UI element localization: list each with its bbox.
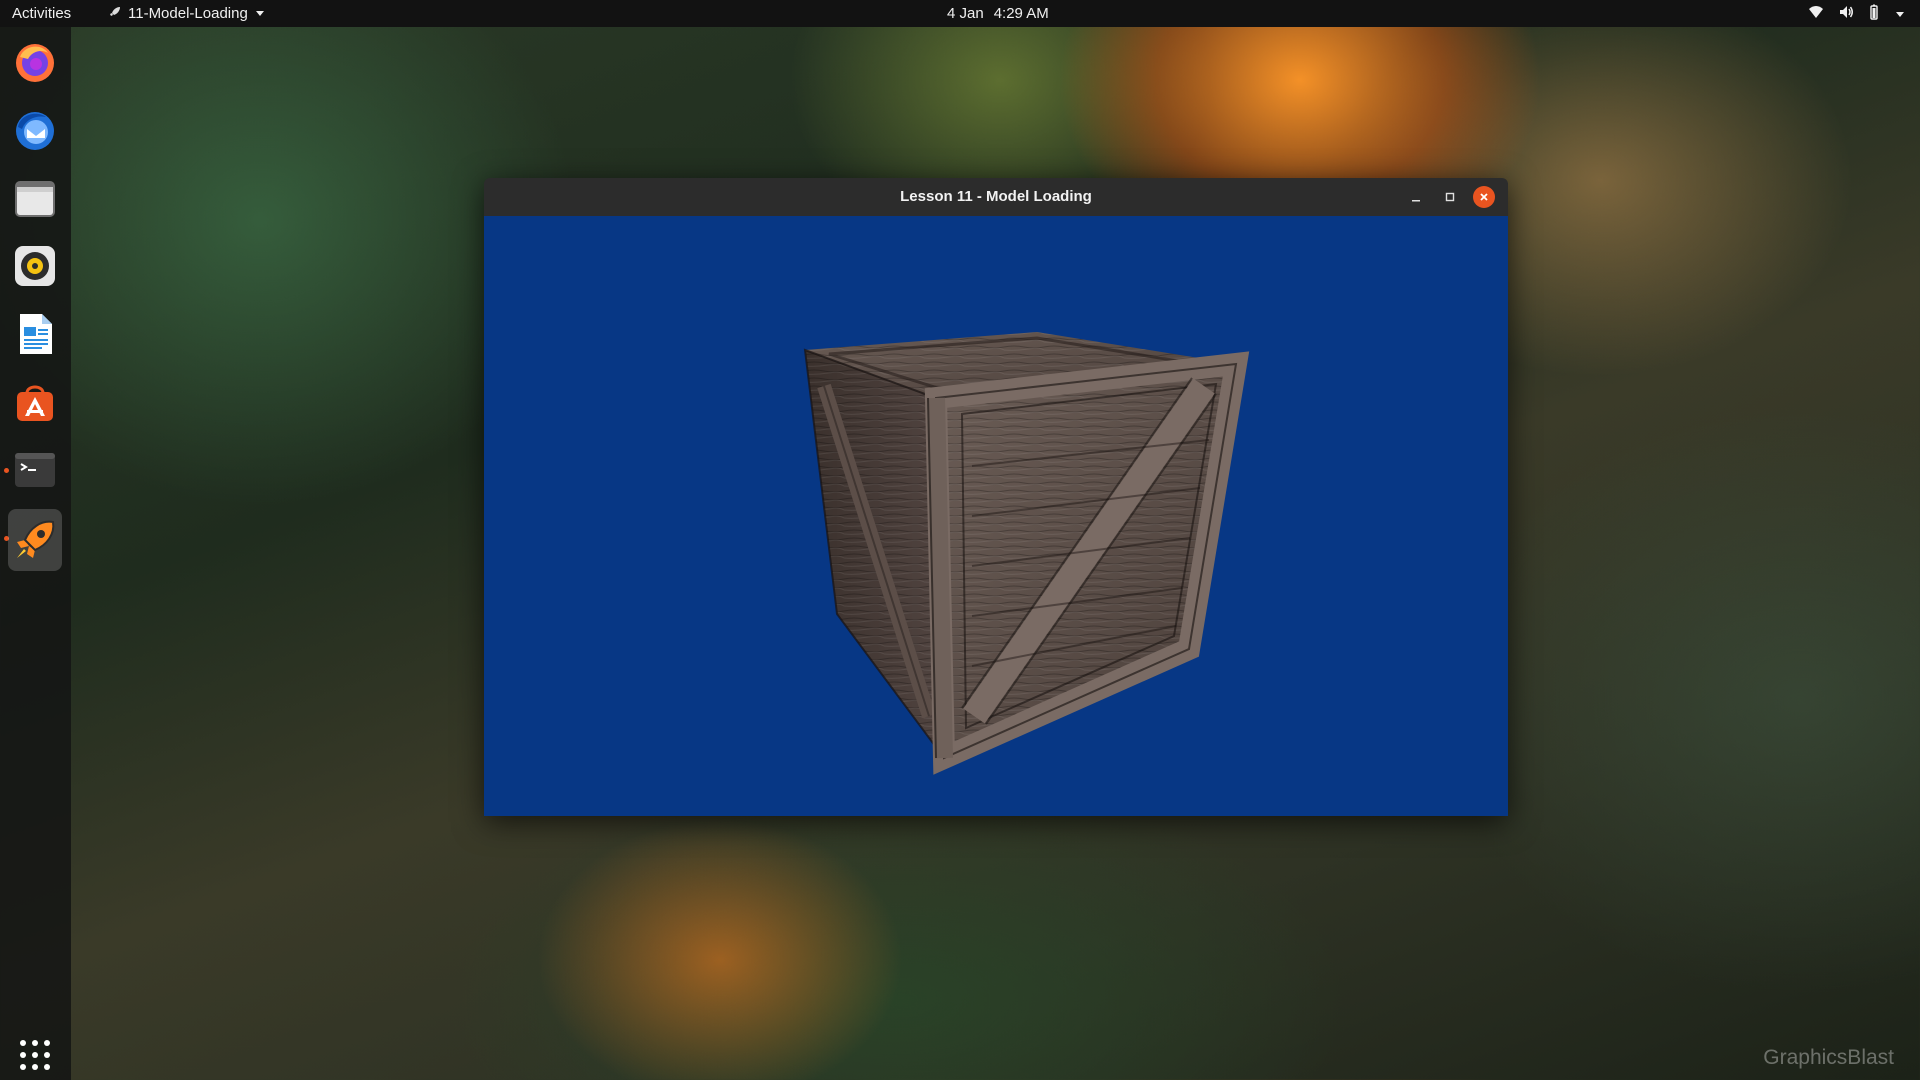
- wooden-crate-model: [803, 332, 1250, 775]
- rocket-icon: [108, 5, 122, 22]
- watermark: GraphicsBlast: [1763, 1046, 1894, 1069]
- dock-item-writer[interactable]: [8, 307, 62, 361]
- app-menu-label: 11-Model-Loading: [128, 5, 248, 22]
- grid-icon: [20, 1040, 50, 1070]
- clock-date: 4 Jan: [947, 5, 984, 22]
- minimize-button[interactable]: [1405, 186, 1427, 208]
- dock-item-model-loading[interactable]: [8, 509, 62, 571]
- rhythmbox-icon: [15, 246, 55, 286]
- rocket-icon: [17, 520, 55, 558]
- top-bar: Activities 11-Model-Loading 4 Jan 4:29 A…: [0, 0, 1920, 27]
- window-title: Lesson 11 - Model Loading: [900, 188, 1092, 205]
- show-applications-button[interactable]: [8, 1028, 62, 1080]
- dock-item-rhythmbox[interactable]: [8, 239, 62, 293]
- system-status-menu[interactable]: [1808, 4, 1904, 24]
- maximize-button[interactable]: [1439, 186, 1461, 208]
- software-icon: [17, 385, 53, 421]
- clock-time: 4:29 AM: [993, 5, 1049, 22]
- volume-icon: [1838, 4, 1854, 24]
- writer-icon: [20, 314, 52, 354]
- dock-item-software[interactable]: [8, 375, 62, 429]
- window-titlebar[interactable]: Lesson 11 - Model Loading: [484, 178, 1508, 217]
- minimize-icon: [1412, 200, 1420, 202]
- close-icon: [1480, 193, 1488, 201]
- activities-button[interactable]: Activities: [12, 5, 71, 22]
- render-viewport[interactable]: [484, 216, 1508, 816]
- dock-item-thunderbird[interactable]: [8, 103, 62, 157]
- firefox-icon: [16, 44, 54, 82]
- app-menu[interactable]: 11-Model-Loading: [108, 5, 264, 22]
- battery-icon: [1868, 4, 1880, 24]
- thunderbird-icon: [16, 112, 54, 150]
- wifi-icon: [1808, 4, 1824, 24]
- chevron-down-icon: [255, 11, 264, 16]
- files-icon: [15, 181, 55, 217]
- terminal-icon: [15, 453, 55, 487]
- app-window[interactable]: Lesson 11 - Model Loading: [484, 178, 1508, 816]
- chevron-down-icon: [1896, 11, 1904, 17]
- dock-item-terminal[interactable]: [8, 443, 62, 497]
- clock[interactable]: 4 Jan 4:29 AM: [947, 5, 1049, 22]
- dock-item-files[interactable]: [8, 171, 62, 225]
- dock-item-firefox[interactable]: [8, 35, 62, 89]
- close-button[interactable]: [1473, 186, 1495, 208]
- maximize-icon: [1445, 192, 1455, 202]
- dock: [0, 27, 71, 1080]
